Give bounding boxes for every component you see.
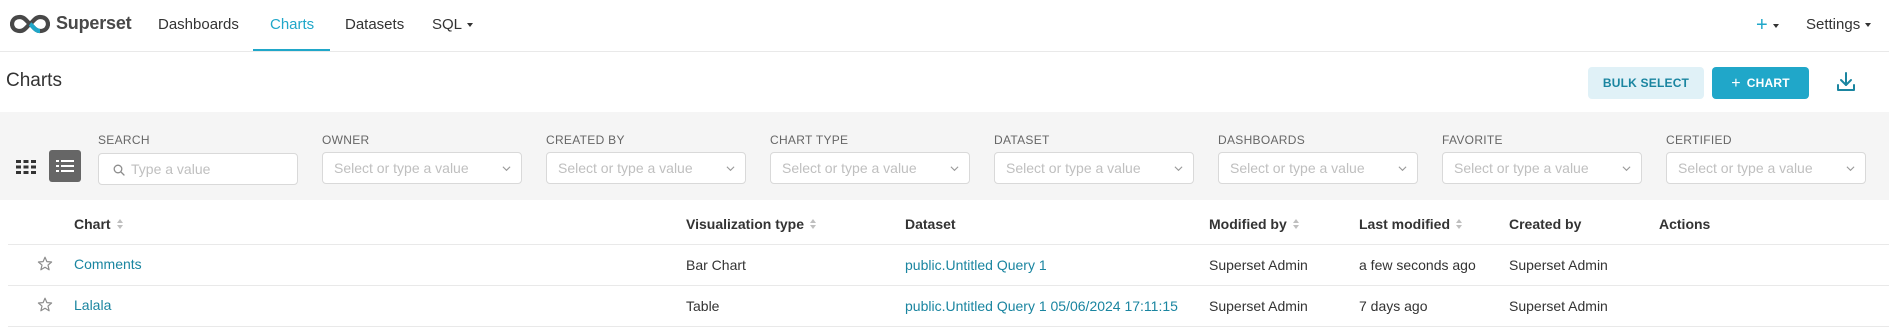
chart-name-link[interactable]: Lalala bbox=[74, 297, 111, 313]
search-input[interactable]: Type a value bbox=[98, 153, 298, 185]
nav-datasets[interactable]: Datasets bbox=[345, 0, 404, 52]
plus-icon: + bbox=[1731, 75, 1741, 92]
settings-menu[interactable]: Settings bbox=[1806, 0, 1872, 52]
created-by-cell: Superset Admin bbox=[1509, 257, 1608, 273]
table-header-divider bbox=[8, 244, 1889, 245]
dashboards-filter-label: DASHBOARDS bbox=[1218, 133, 1306, 147]
dataset-link[interactable]: public.Untitled Query 1 bbox=[905, 257, 1047, 273]
dashboards-select-placeholder: Select or type a value bbox=[1230, 160, 1365, 176]
viz-type-cell: Table bbox=[686, 298, 720, 314]
created-by-filter-label: CREATED BY bbox=[546, 133, 625, 147]
certified-select-placeholder: Select or type a value bbox=[1678, 160, 1813, 176]
chevron-down-icon bbox=[502, 166, 511, 172]
add-chart-label: CHART bbox=[1746, 76, 1790, 90]
superset-logo-icon bbox=[10, 14, 50, 33]
search-icon bbox=[113, 164, 125, 176]
column-header-chart[interactable]: Chart bbox=[74, 216, 123, 232]
chart-type-select[interactable]: Select or type a value bbox=[770, 152, 970, 184]
favorite-filter-label: FAVORITE bbox=[1442, 133, 1503, 147]
dataset-select[interactable]: Select or type a value bbox=[994, 152, 1194, 184]
brand-name: Superset bbox=[56, 13, 132, 33]
chevron-down-icon bbox=[950, 166, 959, 172]
viz-type-cell: Bar Chart bbox=[686, 257, 746, 273]
dashboards-select[interactable]: Select or type a value bbox=[1218, 152, 1418, 184]
column-header-modified-by[interactable]: Modified by bbox=[1209, 216, 1299, 232]
nav-dashboards[interactable]: Dashboards bbox=[158, 0, 239, 52]
nav-sql-menu[interactable]: SQL bbox=[432, 0, 474, 52]
chevron-down-icon bbox=[1772, 23, 1779, 28]
dataset-select-placeholder: Select or type a value bbox=[1006, 160, 1141, 176]
owner-select[interactable]: Select or type a value bbox=[322, 152, 522, 184]
search-filter-label: SEARCH bbox=[98, 133, 150, 147]
table-row-divider bbox=[8, 285, 1889, 286]
column-header-last-modified[interactable]: Last modified bbox=[1359, 216, 1463, 232]
certified-select[interactable]: Select or type a value bbox=[1666, 152, 1866, 184]
list-view-icon bbox=[56, 160, 74, 172]
chevron-down-icon bbox=[467, 23, 474, 28]
card-view-icon[interactable] bbox=[14, 155, 38, 179]
nav-charts[interactable]: Charts bbox=[270, 0, 314, 52]
settings-label: Settings bbox=[1806, 16, 1861, 33]
modified-by-cell: Superset Admin bbox=[1209, 298, 1308, 314]
column-header-label: Chart bbox=[74, 216, 111, 232]
chevron-down-icon bbox=[1846, 166, 1855, 172]
created-by-select[interactable]: Select or type a value bbox=[546, 152, 746, 184]
nav-sql-label: SQL bbox=[432, 16, 463, 33]
new-item-menu[interactable]: + bbox=[1756, 0, 1779, 52]
sort-icon bbox=[1456, 219, 1463, 230]
bulk-select-button[interactable]: BULK SELECT bbox=[1588, 67, 1704, 99]
chevron-down-icon bbox=[1622, 166, 1631, 172]
list-view-toggle[interactable] bbox=[49, 150, 81, 182]
chevron-down-icon bbox=[1174, 166, 1183, 172]
plus-icon: + bbox=[1756, 14, 1768, 36]
search-placeholder: Type a value bbox=[131, 161, 211, 177]
table-row-divider bbox=[8, 326, 1889, 327]
chart-name-link[interactable]: Comments bbox=[74, 256, 142, 272]
top-navbar: Superset Dashboards Charts Datasets SQL … bbox=[0, 0, 1889, 52]
column-header-label: Modified by bbox=[1209, 216, 1287, 232]
modified-by-cell: Superset Admin bbox=[1209, 257, 1308, 273]
column-header-created-by: Created by bbox=[1509, 216, 1582, 232]
column-header-dataset: Dataset bbox=[905, 216, 956, 232]
nav-active-indicator bbox=[253, 49, 330, 51]
column-header-label: Visualization type bbox=[686, 216, 804, 232]
page-title: Charts bbox=[6, 70, 62, 91]
chevron-down-icon bbox=[1865, 23, 1872, 28]
favorite-select-placeholder: Select or type a value bbox=[1454, 160, 1589, 176]
sort-icon bbox=[810, 219, 816, 230]
superset-logo[interactable]: Superset bbox=[10, 13, 132, 34]
favorite-star-icon[interactable] bbox=[37, 297, 53, 313]
download-icon[interactable] bbox=[1834, 70, 1858, 94]
sort-icon bbox=[1292, 219, 1299, 230]
column-header-actions: Actions bbox=[1659, 216, 1711, 232]
chart-type-select-placeholder: Select or type a value bbox=[782, 160, 917, 176]
add-chart-button[interactable]: + CHART bbox=[1712, 67, 1809, 99]
dataset-link[interactable]: public.Untitled Query 1 05/06/2024 17:11… bbox=[905, 298, 1178, 314]
sort-icon bbox=[116, 219, 123, 230]
column-header-label: Last modified bbox=[1359, 216, 1451, 232]
favorite-select[interactable]: Select or type a value bbox=[1442, 152, 1642, 184]
chevron-down-icon bbox=[726, 166, 735, 172]
dataset-filter-label: DATASET bbox=[994, 133, 1050, 147]
column-header-visualization-type[interactable]: Visualization type bbox=[686, 216, 816, 232]
certified-filter-label: CERTIFIED bbox=[1666, 133, 1732, 147]
owner-select-placeholder: Select or type a value bbox=[334, 160, 469, 176]
created-by-select-placeholder: Select or type a value bbox=[558, 160, 693, 176]
chart-type-filter-label: CHART TYPE bbox=[770, 133, 849, 147]
owner-filter-label: OWNER bbox=[322, 133, 370, 147]
favorite-star-icon[interactable] bbox=[37, 256, 53, 272]
last-modified-cell: 7 days ago bbox=[1359, 298, 1428, 314]
last-modified-cell: a few seconds ago bbox=[1359, 257, 1476, 273]
chevron-down-icon bbox=[1398, 166, 1407, 172]
created-by-cell: Superset Admin bbox=[1509, 298, 1608, 314]
